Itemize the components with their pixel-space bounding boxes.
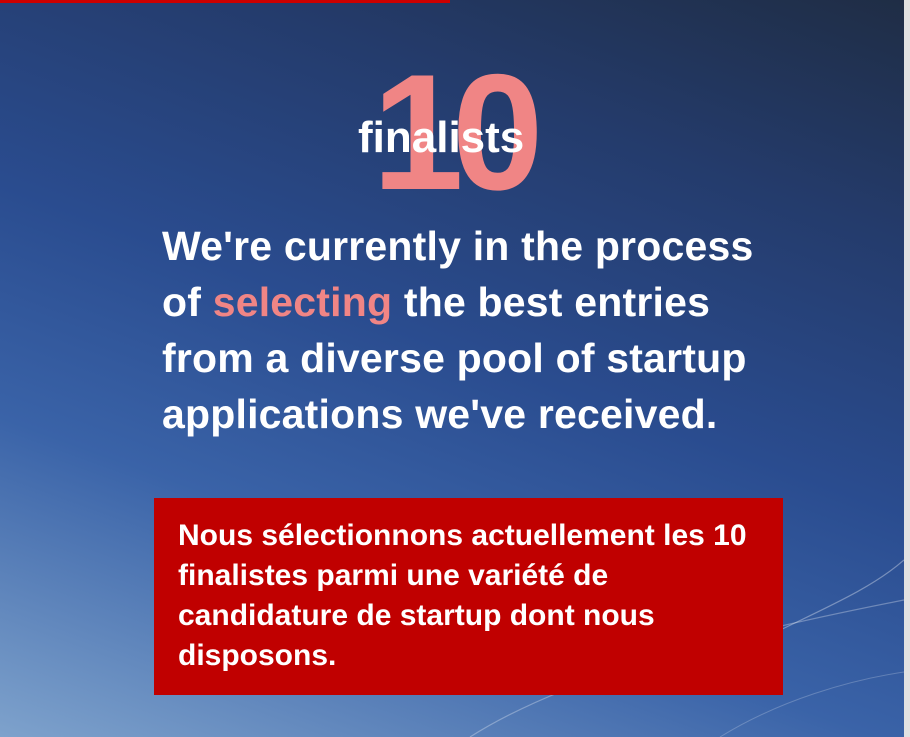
- headline-highlight: selecting: [212, 279, 393, 325]
- window-edge: [904, 0, 910, 737]
- headline-text: We're currently in the process of select…: [162, 218, 802, 442]
- french-callout-text: Nous sélectionnons actuellement les 10 f…: [178, 519, 747, 672]
- finalists-label: finalists: [358, 113, 525, 162]
- slide: 10 finalists We're currently in the proc…: [0, 0, 904, 737]
- slide-frame: 10 finalists We're currently in the proc…: [0, 0, 910, 737]
- french-callout-box: Nous sélectionnons actuellement les 10 f…: [154, 498, 783, 695]
